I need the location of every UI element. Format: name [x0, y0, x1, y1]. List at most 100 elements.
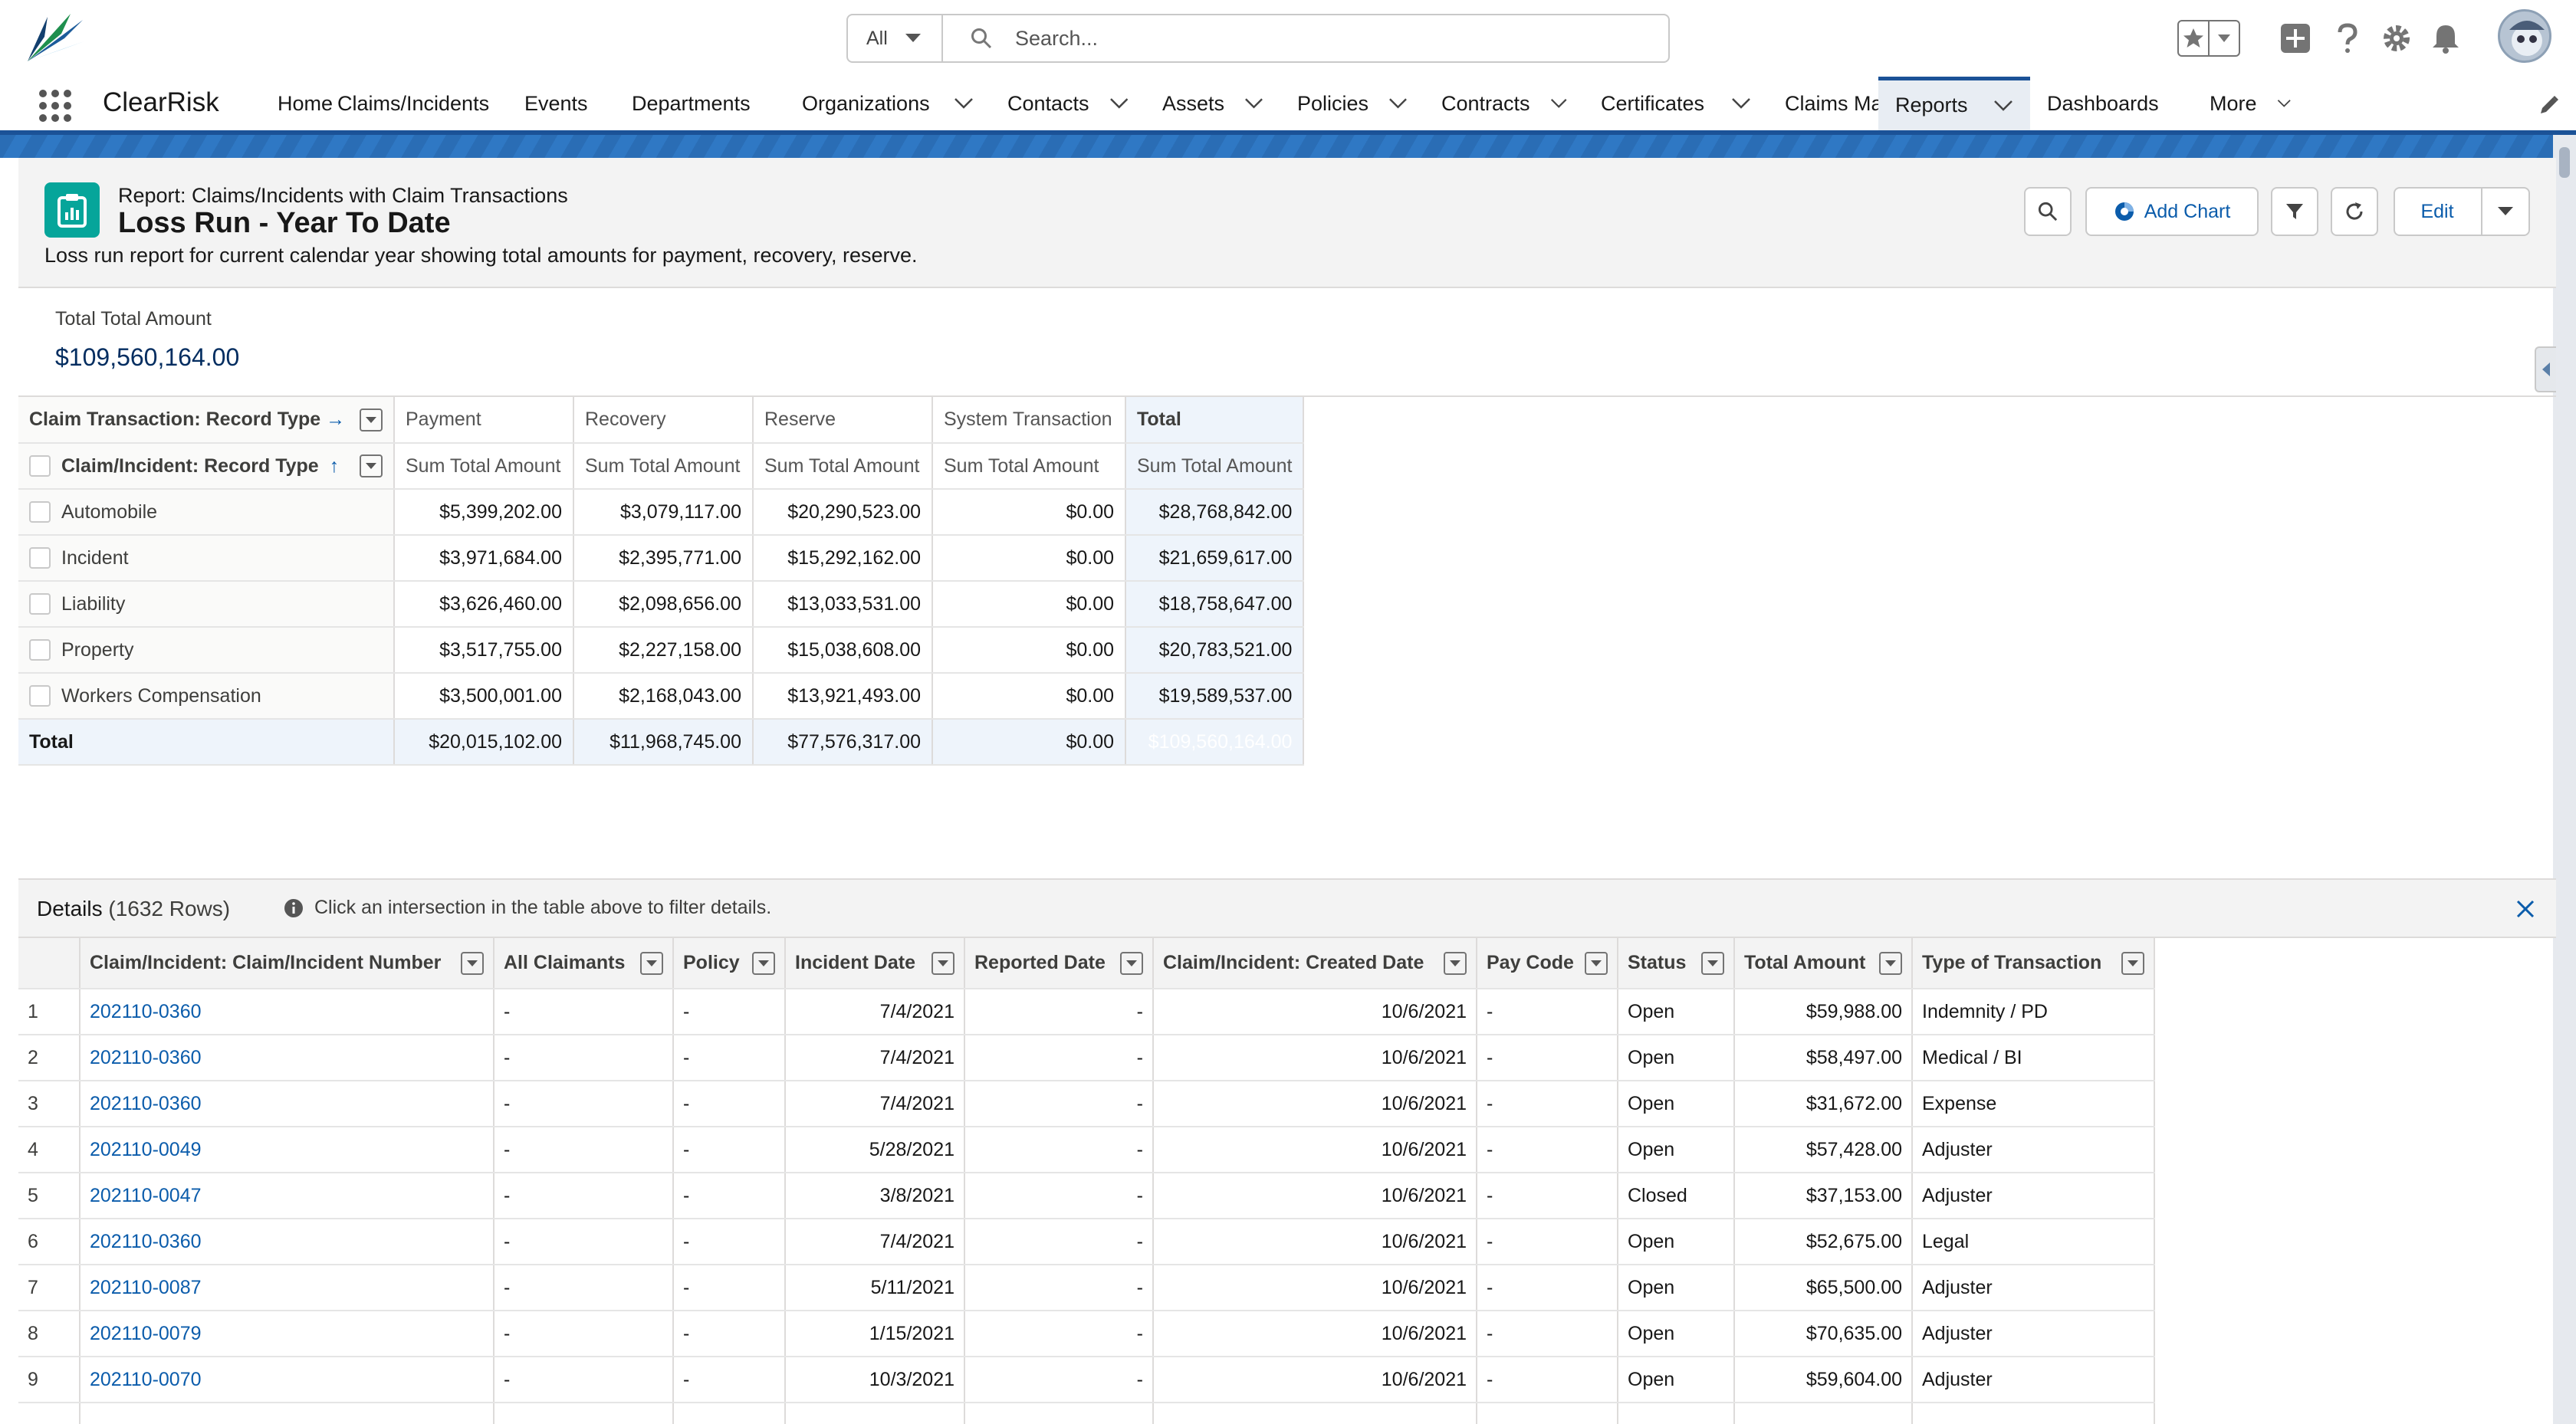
- details-column-header[interactable]: Incident Date: [785, 938, 965, 989]
- column-menu-button[interactable]: [752, 951, 775, 975]
- nav-item-certificates[interactable]: Certificates: [1584, 77, 1768, 130]
- matrix-cell[interactable]: $2,168,043.00: [573, 673, 754, 720]
- details-column-header[interactable]: All Claimants: [494, 938, 674, 989]
- matrix-cell[interactable]: $3,500,001.00: [394, 673, 574, 720]
- matrix-cell[interactable]: $20,783,521.00: [1125, 627, 1305, 674]
- matrix-cell[interactable]: $21,659,617.00: [1125, 535, 1305, 582]
- help-button[interactable]: [2329, 20, 2366, 57]
- column-menu-button[interactable]: [1701, 951, 1724, 975]
- nav-item-reports[interactable]: Reports: [1878, 77, 2030, 130]
- matrix-cell[interactable]: $3,971,684.00: [394, 535, 574, 582]
- column-menu-button[interactable]: [360, 408, 383, 431]
- claim-number-link[interactable]: 202110-0360: [90, 1093, 202, 1114]
- matrix-cell[interactable]: $0.00: [932, 489, 1126, 536]
- nav-item-dashboards[interactable]: Dashboards: [2030, 77, 2193, 130]
- nav-item-assets[interactable]: Assets: [1145, 77, 1280, 130]
- claim-number-link[interactable]: 202110-0087: [90, 1277, 202, 1298]
- matrix-total-cell[interactable]: $0.00: [932, 718, 1126, 766]
- app-launcher-icon[interactable]: [38, 89, 72, 123]
- nav-item-events[interactable]: Events: [508, 77, 615, 130]
- nav-item-claims-incidents[interactable]: Claims/Incidents: [320, 77, 508, 130]
- nav-item-departments[interactable]: Departments: [615, 77, 785, 130]
- close-icon[interactable]: [2515, 898, 2536, 920]
- select-all-checkbox[interactable]: [29, 455, 51, 477]
- claim-number-link[interactable]: 202110-0360: [90, 1047, 202, 1068]
- matrix-column-header[interactable]: Total: [1125, 397, 1305, 444]
- matrix-cell[interactable]: $3,079,117.00: [573, 489, 754, 536]
- matrix-cell[interactable]: $2,098,656.00: [573, 581, 754, 628]
- matrix-column-header[interactable]: Payment: [394, 397, 574, 444]
- column-menu-button[interactable]: [1585, 951, 1608, 975]
- page-scrollbar[interactable]: [2553, 135, 2576, 1424]
- row-checkbox[interactable]: [29, 501, 51, 523]
- details-column-header[interactable]: Reported Date: [964, 938, 1154, 989]
- matrix-cell[interactable]: $2,227,158.00: [573, 627, 754, 674]
- matrix-cell[interactable]: $15,038,608.00: [753, 627, 933, 674]
- matrix-total-cell[interactable]: $11,968,745.00: [573, 718, 754, 766]
- details-column-header[interactable]: Claim/Incident: Claim/Incident Number: [80, 938, 495, 989]
- user-avatar[interactable]: [2498, 9, 2551, 63]
- edit-pencil-icon[interactable]: [2538, 94, 2561, 116]
- claim-number-link[interactable]: 202110-0049: [90, 1139, 202, 1160]
- matrix-cell[interactable]: $20,290,523.00: [753, 489, 933, 536]
- details-column-header[interactable]: Total Amount: [1734, 938, 1913, 989]
- add-chart-button[interactable]: Add Chart: [2085, 187, 2259, 236]
- search-input[interactable]: [1015, 26, 1628, 51]
- edit-menu-button[interactable]: [2481, 189, 2528, 235]
- matrix-cell[interactable]: $0.00: [932, 673, 1126, 720]
- matrix-cell[interactable]: $0.00: [932, 535, 1126, 582]
- global-actions-button[interactable]: [2277, 20, 2314, 57]
- column-menu-button[interactable]: [1879, 951, 1902, 975]
- matrix-cell[interactable]: $18,758,647.00: [1125, 581, 1305, 628]
- favorite-star-button[interactable]: [2179, 21, 2210, 55]
- row-checkbox[interactable]: [29, 639, 51, 661]
- nav-item-policies[interactable]: Policies: [1280, 77, 1424, 130]
- nav-item-home[interactable]: Home: [261, 77, 333, 130]
- filter-button[interactable]: [2271, 187, 2318, 236]
- matrix-cell[interactable]: $2,395,771.00: [573, 535, 754, 582]
- scrollbar-thumb[interactable]: [2559, 147, 2570, 178]
- matrix-cell[interactable]: $28,768,842.00: [1125, 489, 1305, 536]
- nav-item-more[interactable]: More: [2193, 77, 2308, 130]
- claim-number-link[interactable]: 202110-0047: [90, 1185, 202, 1206]
- matrix-total-cell[interactable]: $77,576,317.00: [753, 718, 933, 766]
- column-menu-button[interactable]: [461, 951, 484, 975]
- details-column-header[interactable]: Policy: [673, 938, 786, 989]
- details-column-header[interactable]: Claim/Incident: Created Date: [1153, 938, 1477, 989]
- matrix-cell[interactable]: $19,589,537.00: [1125, 673, 1305, 720]
- refresh-button[interactable]: [2331, 187, 2378, 236]
- edit-button[interactable]: Edit: [2420, 201, 2453, 223]
- matrix-cell[interactable]: $0.00: [932, 581, 1126, 628]
- column-menu-button[interactable]: [1120, 951, 1143, 975]
- column-menu-button[interactable]: [1444, 951, 1467, 975]
- collapse-panel-tab[interactable]: [2535, 346, 2556, 392]
- column-menu-button[interactable]: [360, 454, 383, 477]
- matrix-column-header[interactable]: System Transaction: [932, 397, 1126, 444]
- claim-number-link[interactable]: 202110-0360: [90, 1231, 202, 1252]
- matrix-cell[interactable]: $13,921,493.00: [753, 673, 933, 720]
- details-column-header[interactable]: Type of Transaction: [1912, 938, 2155, 989]
- claim-number-link[interactable]: 202110-0360: [90, 1001, 202, 1022]
- matrix-cell[interactable]: $0.00: [932, 627, 1126, 674]
- row-checkbox[interactable]: [29, 593, 51, 615]
- favorites-list-button[interactable]: [2210, 21, 2239, 55]
- row-checkbox[interactable]: [29, 685, 51, 707]
- matrix-cell[interactable]: $15,292,162.00: [753, 535, 933, 582]
- column-menu-button[interactable]: [2121, 951, 2144, 975]
- claim-number-link[interactable]: 202110-0079: [90, 1323, 202, 1344]
- matrix-column-header[interactable]: Reserve: [753, 397, 933, 444]
- matrix-cell[interactable]: $13,033,531.00: [753, 581, 933, 628]
- clearrisk-logo[interactable]: [25, 11, 86, 64]
- search-report-button[interactable]: [2024, 187, 2072, 236]
- nav-item-claims-map[interactable]: Claims Map: [1768, 77, 1894, 130]
- details-column-header[interactable]: Pay Code: [1477, 938, 1618, 989]
- matrix-cell[interactable]: $5,399,202.00: [394, 489, 574, 536]
- notifications-button[interactable]: [2427, 20, 2464, 57]
- row-checkbox[interactable]: [29, 547, 51, 569]
- setup-button[interactable]: [2378, 20, 2415, 57]
- column-menu-button[interactable]: [640, 951, 663, 975]
- nav-item-contracts[interactable]: Contracts: [1424, 77, 1584, 130]
- matrix-cell[interactable]: $3,626,460.00: [394, 581, 574, 628]
- nav-item-contacts[interactable]: Contacts: [991, 77, 1145, 130]
- matrix-column-header[interactable]: Recovery: [573, 397, 754, 444]
